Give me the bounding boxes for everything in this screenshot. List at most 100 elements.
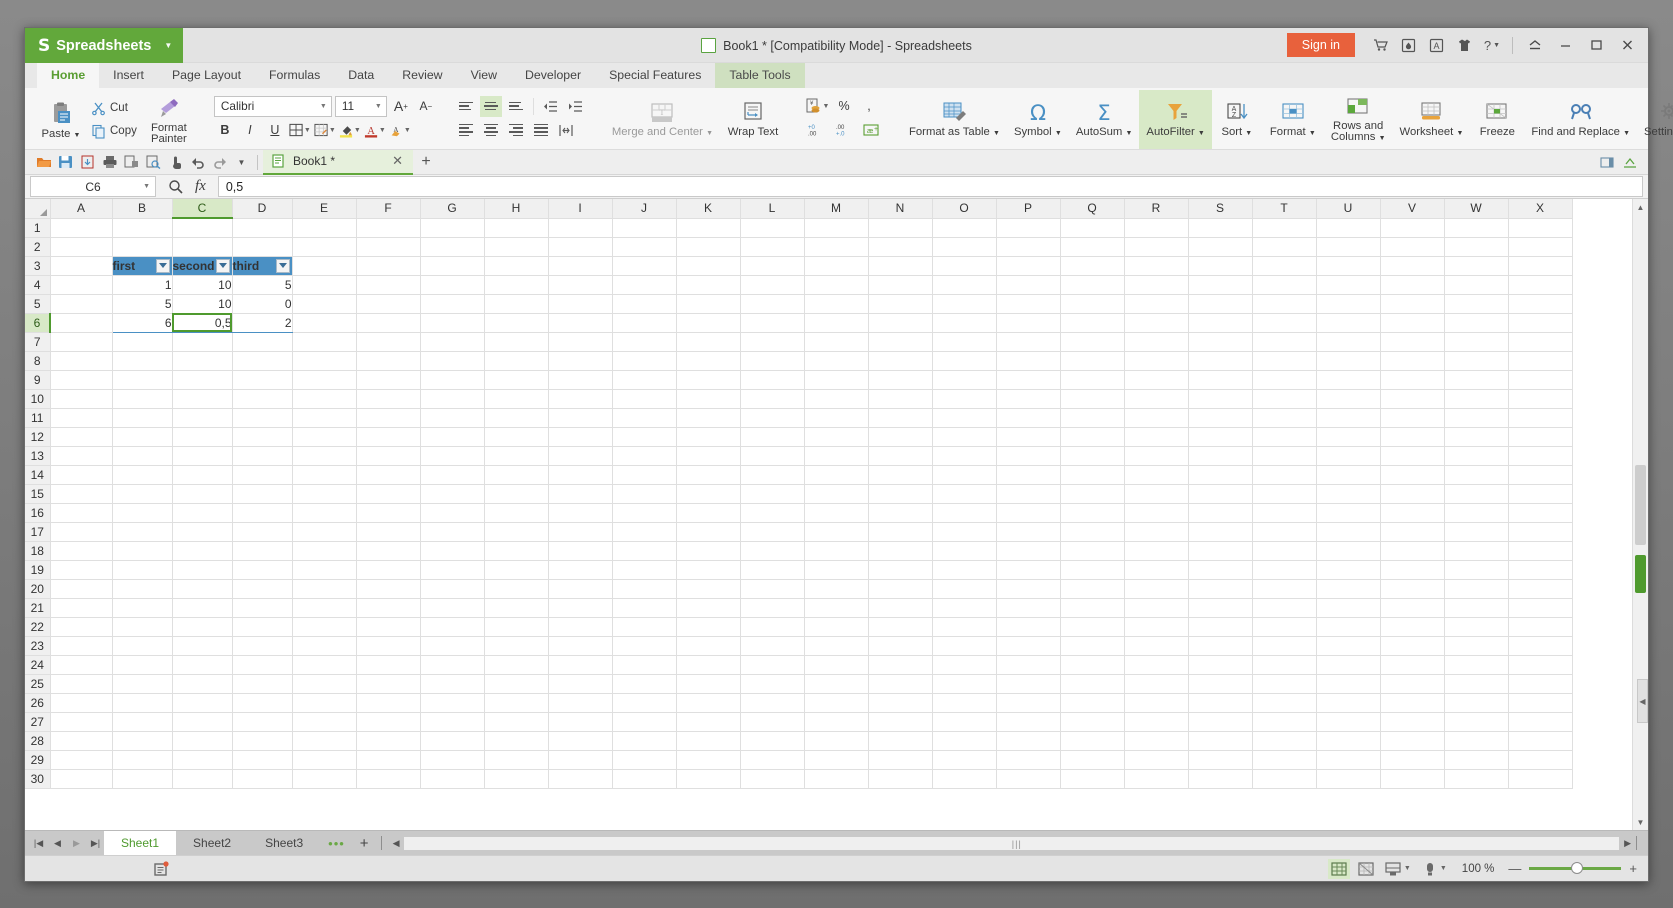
- function-icon[interactable]: fx: [195, 178, 206, 195]
- cell-r16[interactable]: [1124, 503, 1189, 523]
- cell-u18[interactable]: [1316, 541, 1381, 561]
- cell-m12[interactable]: [804, 427, 869, 447]
- cell-w25[interactable]: [1444, 674, 1509, 694]
- cell-i13[interactable]: [548, 446, 613, 466]
- cell-e19[interactable]: [292, 560, 357, 580]
- cell-d28[interactable]: [232, 731, 293, 751]
- cell-t22[interactable]: [1252, 617, 1317, 637]
- column-header-r[interactable]: R: [1124, 199, 1189, 219]
- tab-table-tools[interactable]: Table Tools: [715, 63, 805, 88]
- cell-a25[interactable]: [50, 674, 113, 694]
- row-header-6[interactable]: 6: [25, 313, 51, 333]
- cell-l23[interactable]: [740, 636, 805, 656]
- cell-f1[interactable]: [356, 218, 421, 238]
- cell-f13[interactable]: [356, 446, 421, 466]
- cell-u16[interactable]: [1316, 503, 1381, 523]
- cell-j2[interactable]: [612, 237, 677, 257]
- cell-n8[interactable]: [868, 351, 933, 371]
- cell-a14[interactable]: [50, 465, 113, 485]
- clear-formatting-button[interactable]: A ▼: [389, 120, 411, 141]
- cell-j24[interactable]: [612, 655, 677, 675]
- font-color-button[interactable]: A ▼: [364, 120, 386, 141]
- cell-o25[interactable]: [932, 674, 997, 694]
- cell-v25[interactable]: [1380, 674, 1445, 694]
- cell-h16[interactable]: [484, 503, 549, 523]
- align-right-button[interactable]: [505, 120, 527, 141]
- cell-e28[interactable]: [292, 731, 357, 751]
- cell-p2[interactable]: [996, 237, 1061, 257]
- cell-x13[interactable]: [1508, 446, 1573, 466]
- cell-m14[interactable]: [804, 465, 869, 485]
- cell-l22[interactable]: [740, 617, 805, 637]
- cell-e29[interactable]: [292, 750, 357, 770]
- scroll-down-icon[interactable]: ▼: [1633, 814, 1649, 830]
- cell-b6[interactable]: 6: [111, 313, 173, 333]
- cell-l28[interactable]: [740, 731, 805, 751]
- cell-c1[interactable]: [172, 218, 233, 238]
- cell-w12[interactable]: [1444, 427, 1509, 447]
- cell-u23[interactable]: [1316, 636, 1381, 656]
- share-icon[interactable]: [1596, 152, 1617, 173]
- cell-v16[interactable]: [1380, 503, 1445, 523]
- row-header-11[interactable]: 11: [25, 408, 51, 428]
- cell-b27[interactable]: [112, 712, 173, 732]
- format-button[interactable]: Format ▼: [1262, 90, 1324, 149]
- cell-j6[interactable]: [612, 313, 677, 333]
- cell-d11[interactable]: [232, 408, 293, 428]
- cell-x7[interactable]: [1508, 332, 1573, 352]
- cell-g30[interactable]: [420, 769, 485, 789]
- tab-home[interactable]: Home: [37, 63, 100, 88]
- cell-k25[interactable]: [676, 674, 741, 694]
- cell-k22[interactable]: [676, 617, 741, 637]
- column-header-n[interactable]: N: [868, 199, 933, 219]
- cell-d18[interactable]: [232, 541, 293, 561]
- cell-r5[interactable]: [1124, 294, 1189, 314]
- cell-a23[interactable]: [50, 636, 113, 656]
- cell-b23[interactable]: [112, 636, 173, 656]
- cell-g9[interactable]: [420, 370, 485, 390]
- cell-w4[interactable]: [1444, 275, 1509, 295]
- cell-h11[interactable]: [484, 408, 549, 428]
- grid-scroll-region[interactable]: ABCDEFGHIJKLMNOPQRSTUVWX 1 2 3 first second t…: [25, 199, 1632, 830]
- cell-l11[interactable]: [740, 408, 805, 428]
- last-sheet-icon[interactable]: ▶|: [87, 832, 104, 854]
- cell-u30[interactable]: [1316, 769, 1381, 789]
- cell-x8[interactable]: [1508, 351, 1573, 371]
- cell-r6[interactable]: [1124, 313, 1189, 333]
- cell-n23[interactable]: [868, 636, 933, 656]
- close-icon[interactable]: [1613, 32, 1642, 58]
- cell-c22[interactable]: [172, 617, 233, 637]
- cell-b22[interactable]: [112, 617, 173, 637]
- cell-j25[interactable]: [612, 674, 677, 694]
- touch-icon[interactable]: [165, 152, 186, 173]
- cell-m27[interactable]: [804, 712, 869, 732]
- cell-o24[interactable]: [932, 655, 997, 675]
- cell-l5[interactable]: [740, 294, 805, 314]
- cell-g17[interactable]: [420, 522, 485, 542]
- filter-dropdown-first[interactable]: [155, 258, 170, 273]
- cell-m15[interactable]: [804, 484, 869, 504]
- percent-style-button[interactable]: %: [833, 96, 855, 117]
- cell-r1[interactable]: [1124, 218, 1189, 238]
- cell-v20[interactable]: [1380, 579, 1445, 599]
- collapse-ribbon-icon[interactable]: [1520, 32, 1549, 58]
- cell-o30[interactable]: [932, 769, 997, 789]
- column-header-g[interactable]: G: [420, 199, 485, 219]
- cell-a27[interactable]: [50, 712, 113, 732]
- cell-u8[interactable]: [1316, 351, 1381, 371]
- cell-j20[interactable]: [612, 579, 677, 599]
- cell-b7[interactable]: [112, 332, 173, 352]
- cell-n11[interactable]: [868, 408, 933, 428]
- cell-r4[interactable]: [1124, 275, 1189, 295]
- symbol-button[interactable]: Ω Symbol ▼: [1007, 90, 1069, 149]
- tab-special-features[interactable]: Special Features: [595, 63, 715, 88]
- sort-button[interactable]: AZ Sort ▼: [1212, 90, 1262, 149]
- cell-t8[interactable]: [1252, 351, 1317, 371]
- cell-h17[interactable]: [484, 522, 549, 542]
- cell-g18[interactable]: [420, 541, 485, 561]
- cell-b4[interactable]: 1: [111, 275, 173, 295]
- cell-a24[interactable]: [50, 655, 113, 675]
- cell-i6[interactable]: [548, 313, 613, 333]
- row-header-19[interactable]: 19: [25, 560, 51, 580]
- cell-w29[interactable]: [1444, 750, 1509, 770]
